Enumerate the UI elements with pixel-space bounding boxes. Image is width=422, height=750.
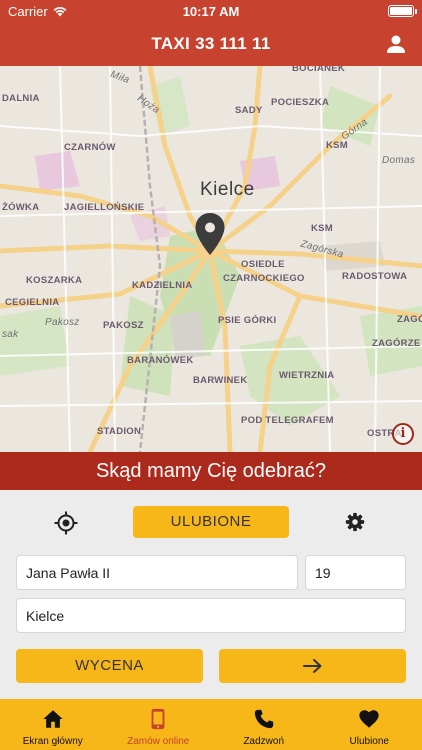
map-info-icon[interactable]: i (392, 423, 414, 445)
tab-label: Zamów online (127, 736, 190, 747)
tab-label: Ulubione (349, 736, 389, 747)
map-street-label: Pakosz (45, 317, 80, 328)
home-icon (43, 710, 63, 728)
map-label: BARWINEK (193, 375, 248, 386)
page-title: TAXI 33 111 11 (151, 34, 271, 53)
map-label: JAGIELLOŃSKIE (64, 202, 145, 213)
map-label: ŻÓWKA (2, 202, 40, 213)
map-label: RADOSTOWA (342, 271, 408, 282)
map-street-label: Domas (382, 155, 416, 166)
house-number-input[interactable]: 19 (305, 555, 406, 590)
map-label: POCIESZKA (271, 97, 330, 108)
map-label: KSM (311, 223, 334, 234)
map-label: SADY (235, 105, 263, 116)
heart-icon (359, 710, 379, 728)
order-form: ULUBIONE Jana Pawła II 19 Kielce WYCENA (0, 490, 422, 699)
map-label: ZAGÓ (397, 314, 422, 325)
map-label: POD TELEGRAFEM (241, 415, 334, 426)
next-button[interactable] (219, 649, 406, 683)
tab-call[interactable]: Zadzwoń (211, 699, 317, 750)
map-label: CZARNOCKIEGO (223, 273, 305, 284)
map-label: OSIEDLE (241, 259, 285, 270)
map-street-label: sak (2, 329, 19, 340)
map-label: WIETRZNIA (279, 370, 335, 381)
map-label: BOCIANEK (292, 66, 346, 74)
map-label: KADZIELNIA (132, 280, 193, 291)
map-city-label: Kielce (200, 179, 255, 200)
bottom-tab-bar: Ekran główny Zamów online Zadzwoń Ulubio… (0, 699, 422, 750)
arrow-right-icon (302, 659, 321, 674)
pickup-prompt: Skąd mamy Cię odebrać? (0, 452, 422, 490)
tab-label: Zadzwoń (243, 736, 285, 747)
street-input[interactable]: Jana Pawła II (16, 555, 298, 590)
gear-icon[interactable] (344, 511, 366, 533)
price-quote-button[interactable]: WYCENA (16, 649, 203, 683)
app-header: TAXI 33 111 11 (0, 22, 422, 66)
location-pin-icon[interactable] (194, 212, 226, 256)
tab-home[interactable]: Ekran główny (0, 699, 106, 750)
tab-order-online[interactable]: Zamów online (106, 699, 212, 750)
map-label: KOSZARKA (26, 275, 83, 286)
status-bar: Carrier 10:17 AM (0, 0, 422, 22)
map-label: PAKOSZ (103, 320, 144, 331)
user-profile-icon[interactable] (384, 32, 408, 56)
battery-icon (388, 5, 417, 17)
favorites-button[interactable]: ULUBIONE (133, 506, 289, 538)
map-label: PSIE GÓRKI (218, 315, 277, 326)
map-label: CZARNÓW (64, 142, 116, 153)
clock: 10:17 AM (182, 4, 240, 19)
phone-online-icon (151, 708, 165, 730)
map-label: STADION (97, 426, 142, 437)
map-label: DALNIA (2, 93, 40, 104)
city-input[interactable]: Kielce (16, 598, 406, 633)
locate-me-icon[interactable] (54, 511, 78, 535)
tab-favorites[interactable]: Ulubione (317, 699, 422, 750)
map-view[interactable]: BOCIANEK DALNIA SADY POCIESZKA CZARNÓW K… (0, 66, 422, 452)
phone-call-icon (254, 709, 273, 729)
map-label: CEGIELNIA (5, 297, 60, 308)
map-label: ZAGÓRZE (372, 338, 421, 349)
map-label: BARANÓWEK (127, 355, 194, 366)
tab-label: Ekran główny (22, 736, 83, 747)
